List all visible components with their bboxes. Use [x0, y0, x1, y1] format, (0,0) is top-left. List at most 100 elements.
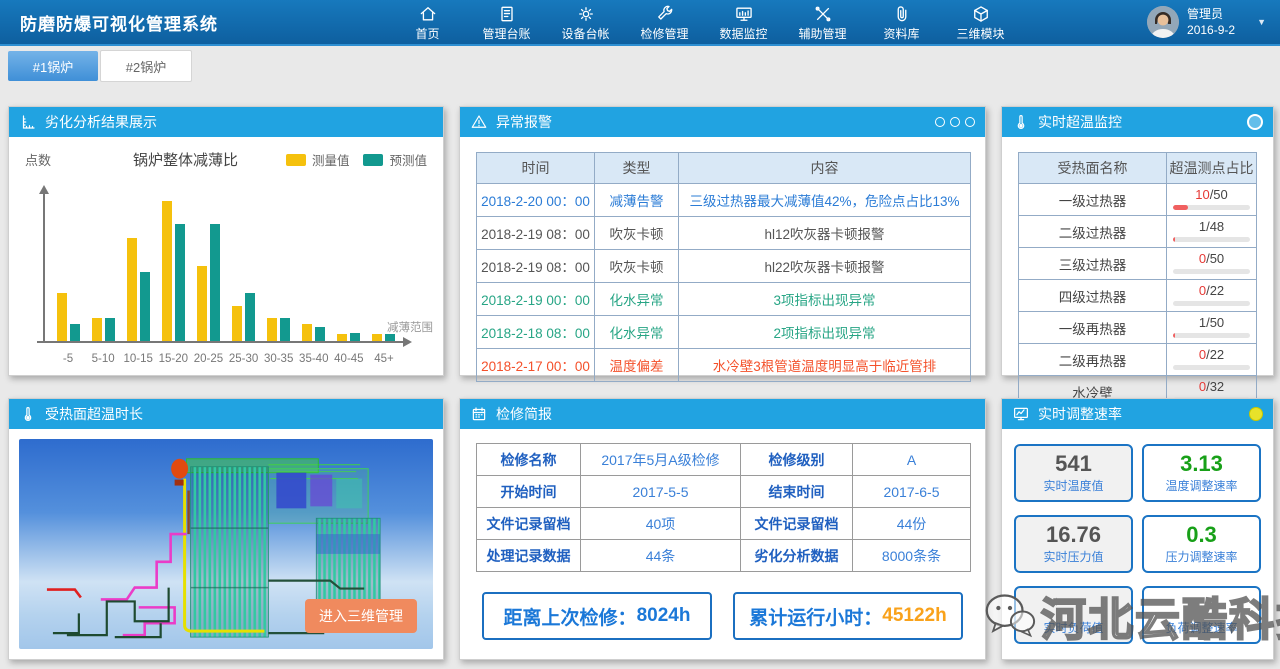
chart-head: 点数 锅炉整体减薄比 测量值 预测值: [9, 137, 443, 170]
bar-predicted: [70, 324, 80, 341]
overheat-row[interactable]: 二级过热器 1/48: [1019, 216, 1257, 248]
total-running-hours-button[interactable]: 累计运行小时：45122h: [733, 592, 963, 640]
user-area[interactable]: 管理员 2016-9-2 ▼: [1147, 6, 1280, 38]
ledger-icon: [497, 4, 517, 24]
nav-item-label: 设备台帐: [561, 25, 609, 42]
dot-icon: [950, 117, 960, 127]
overheat-ratio-cell: 0/22: [1167, 280, 1257, 312]
adjust-card-4: 实时负荷值: [1014, 586, 1133, 644]
x-tick-label: -5: [51, 353, 85, 365]
nav-item-2[interactable]: 设备台帐: [546, 2, 625, 42]
overheat-progress: [1173, 365, 1250, 370]
total-hours-label: 累计运行小时：: [749, 603, 882, 630]
alarm-content: 3项指标出现异常: [679, 283, 971, 316]
alarm-content: 三级过热器最大减薄值42%，危险点占比13%: [679, 184, 971, 217]
alarm-content: 水冷壁3根管道温度明显高于临近管排: [679, 349, 971, 382]
since-last-label: 距离上次检修：: [504, 603, 637, 630]
nav-item-label: 首页: [415, 25, 439, 42]
alarm-col-type: 类型: [595, 153, 679, 184]
alarm-row[interactable]: 2018-2-20 00：00 减薄告警 三级过热器最大减薄值42%，危险点占比…: [477, 184, 971, 217]
nav-item-label: 数据监控: [719, 25, 767, 42]
panel-alarms: 异常报警 时间 类型 内容 2018-2-20 00：00 减薄告警 三级过热器…: [459, 106, 986, 376]
nav-item-6[interactable]: 资料库: [862, 2, 941, 42]
tab-boiler-2[interactable]: #2锅炉: [100, 50, 192, 82]
alarm-row[interactable]: 2018-2-19 00：00 化水异常 3项指标出现异常: [477, 283, 971, 316]
bar-measured: [302, 324, 312, 341]
overheat-row[interactable]: 一级再热器 1/50: [1019, 312, 1257, 344]
panel-maintenance-title: 检修简报: [496, 404, 552, 424]
panel-maintenance-header: 检修简报: [460, 399, 985, 429]
adjust-card-label: 压力调整速率: [1165, 548, 1237, 565]
user-info: 管理员 2016-9-2: [1187, 6, 1235, 38]
chevron-down-icon[interactable]: ▼: [1257, 17, 1266, 27]
adjust-card-1: 3.13 温度调整速率: [1142, 444, 1261, 502]
maint-value: 8000条条: [853, 540, 971, 572]
panel-adjust: 实时调整速率 541 实时温度值 3.13 温度调整速率 16.76 实时压力值…: [1001, 398, 1274, 660]
overheat-ratio-cell: 0/22: [1167, 344, 1257, 376]
chart-title: 锅炉整体减薄比: [85, 149, 286, 170]
legend-swatch: [363, 154, 383, 166]
adjust-card-value: 0.3: [1186, 523, 1217, 547]
user-date: 2016-9-2: [1187, 22, 1235, 38]
x-tick-label: 25-30: [227, 353, 261, 365]
overheat-row[interactable]: 三级过热器 0/50: [1019, 248, 1257, 280]
status-dot-icon[interactable]: [1249, 407, 1263, 421]
nav-item-3[interactable]: 检修管理: [625, 2, 704, 42]
overheat-col-ratio: 超温测点占比: [1167, 153, 1257, 184]
nav-item-4[interactable]: 数据监控: [704, 2, 783, 42]
thermometer-icon: [19, 405, 37, 423]
overheat-row[interactable]: 一级过热器 10/50: [1019, 184, 1257, 216]
overheat-ratio: 0/22: [1173, 348, 1250, 363]
panel-overheat: 实时超温监控 受热面名称 超温测点占比 一级过热器 10/50 二级过热器 1/…: [1001, 106, 1274, 376]
panel-degradation-header: 劣化分析结果展示: [9, 107, 443, 137]
alarm-table: 时间 类型 内容 2018-2-20 00：00 减薄告警 三级过热器最大减薄值…: [476, 152, 971, 382]
nav-item-5[interactable]: 辅助管理: [783, 2, 862, 42]
bar-chart: -55-1010-1515-2020-2525-3030-3535-4040-4…: [17, 174, 435, 367]
maint-value: A: [853, 444, 971, 476]
adjust-card-value: 16.76: [1046, 523, 1101, 547]
nav-item-0[interactable]: 首页: [388, 2, 467, 42]
since-last-maintenance-button[interactable]: 距离上次检修：8024h: [482, 592, 712, 640]
maint-label: 结束时间: [741, 476, 853, 508]
enter-3d-button[interactable]: 进入三维管理: [305, 599, 417, 633]
overheat-row[interactable]: 二级再热器 0/22: [1019, 344, 1257, 376]
nav-item-7[interactable]: 三维模块: [941, 2, 1020, 42]
overheat-row[interactable]: 四级过热器 0/22: [1019, 280, 1257, 312]
tab-boiler-1[interactable]: #1锅炉: [8, 51, 98, 81]
alarm-col-content: 内容: [679, 153, 971, 184]
alarm-header-dots[interactable]: [935, 117, 975, 127]
thermometer-icon: [1012, 113, 1030, 131]
maintenance-row: 处理记录数据 44条 劣化分析数据 8000条条: [477, 540, 971, 572]
panel-adjust-title: 实时调整速率: [1038, 404, 1122, 424]
nav-item-1[interactable]: 管理台账: [467, 2, 546, 42]
boiler-3d-scene[interactable]: 进入三维管理: [19, 439, 433, 649]
alarm-row[interactable]: 2018-2-19 08：00 吹灰卡顿 hl22吹灰器卡顿报警: [477, 250, 971, 283]
overheat-progress: [1173, 237, 1250, 242]
overheat-progress: [1173, 333, 1250, 338]
adjust-card-label: 负荷调整速率: [1165, 619, 1237, 636]
chart-xlabels: -55-1010-1515-2020-2525-3030-3535-4040-4…: [51, 353, 401, 365]
overheat-table: 受热面名称 超温测点占比 一级过热器 10/50 二级过热器 1/48 三级过热…: [1018, 152, 1257, 408]
legend-entry: 测量值: [286, 150, 350, 169]
top-header: 防磨防爆可视化管理系统 首页 管理台账 设备台帐 检修管理 数据监控 辅助管理 …: [0, 0, 1280, 46]
maint-value: 2017年5月A级检修: [581, 444, 741, 476]
bar-group: [51, 293, 85, 341]
alarm-row[interactable]: 2018-2-19 08：00 吹灰卡顿 hl12吹灰器卡顿报警: [477, 217, 971, 250]
alarm-row[interactable]: 2018-2-17 00：00 温度偏差 水冷壁3根管道温度明显高于临近管排: [477, 349, 971, 382]
bar-group: [121, 238, 155, 341]
maint-label: 文件记录留档: [741, 508, 853, 540]
y-axis: [43, 188, 45, 343]
alarm-time: 2018-2-19 08：00: [477, 250, 595, 283]
bar-measured: [197, 266, 207, 341]
overheat-ratio: 10/50: [1173, 188, 1250, 203]
alarm-rows: 2018-2-20 00：00 减薄告警 三级过热器最大减薄值42%，危险点占比…: [477, 184, 971, 382]
panel-boiler3d-header: 受热面超温时长: [9, 399, 443, 429]
overheat-ratio-cell: 10/50: [1167, 184, 1257, 216]
x-tick-label: 10-15: [121, 353, 155, 365]
surface-name: 二级再热器: [1019, 344, 1167, 376]
bar-predicted: [350, 333, 360, 341]
overheat-ratio-cell: 1/48: [1167, 216, 1257, 248]
alarm-row[interactable]: 2018-2-18 08：00 化水异常 2项指标出现异常: [477, 316, 971, 349]
panel-boiler3d: 受热面超温时长: [8, 398, 444, 660]
radio-circle-icon[interactable]: [1247, 114, 1263, 130]
